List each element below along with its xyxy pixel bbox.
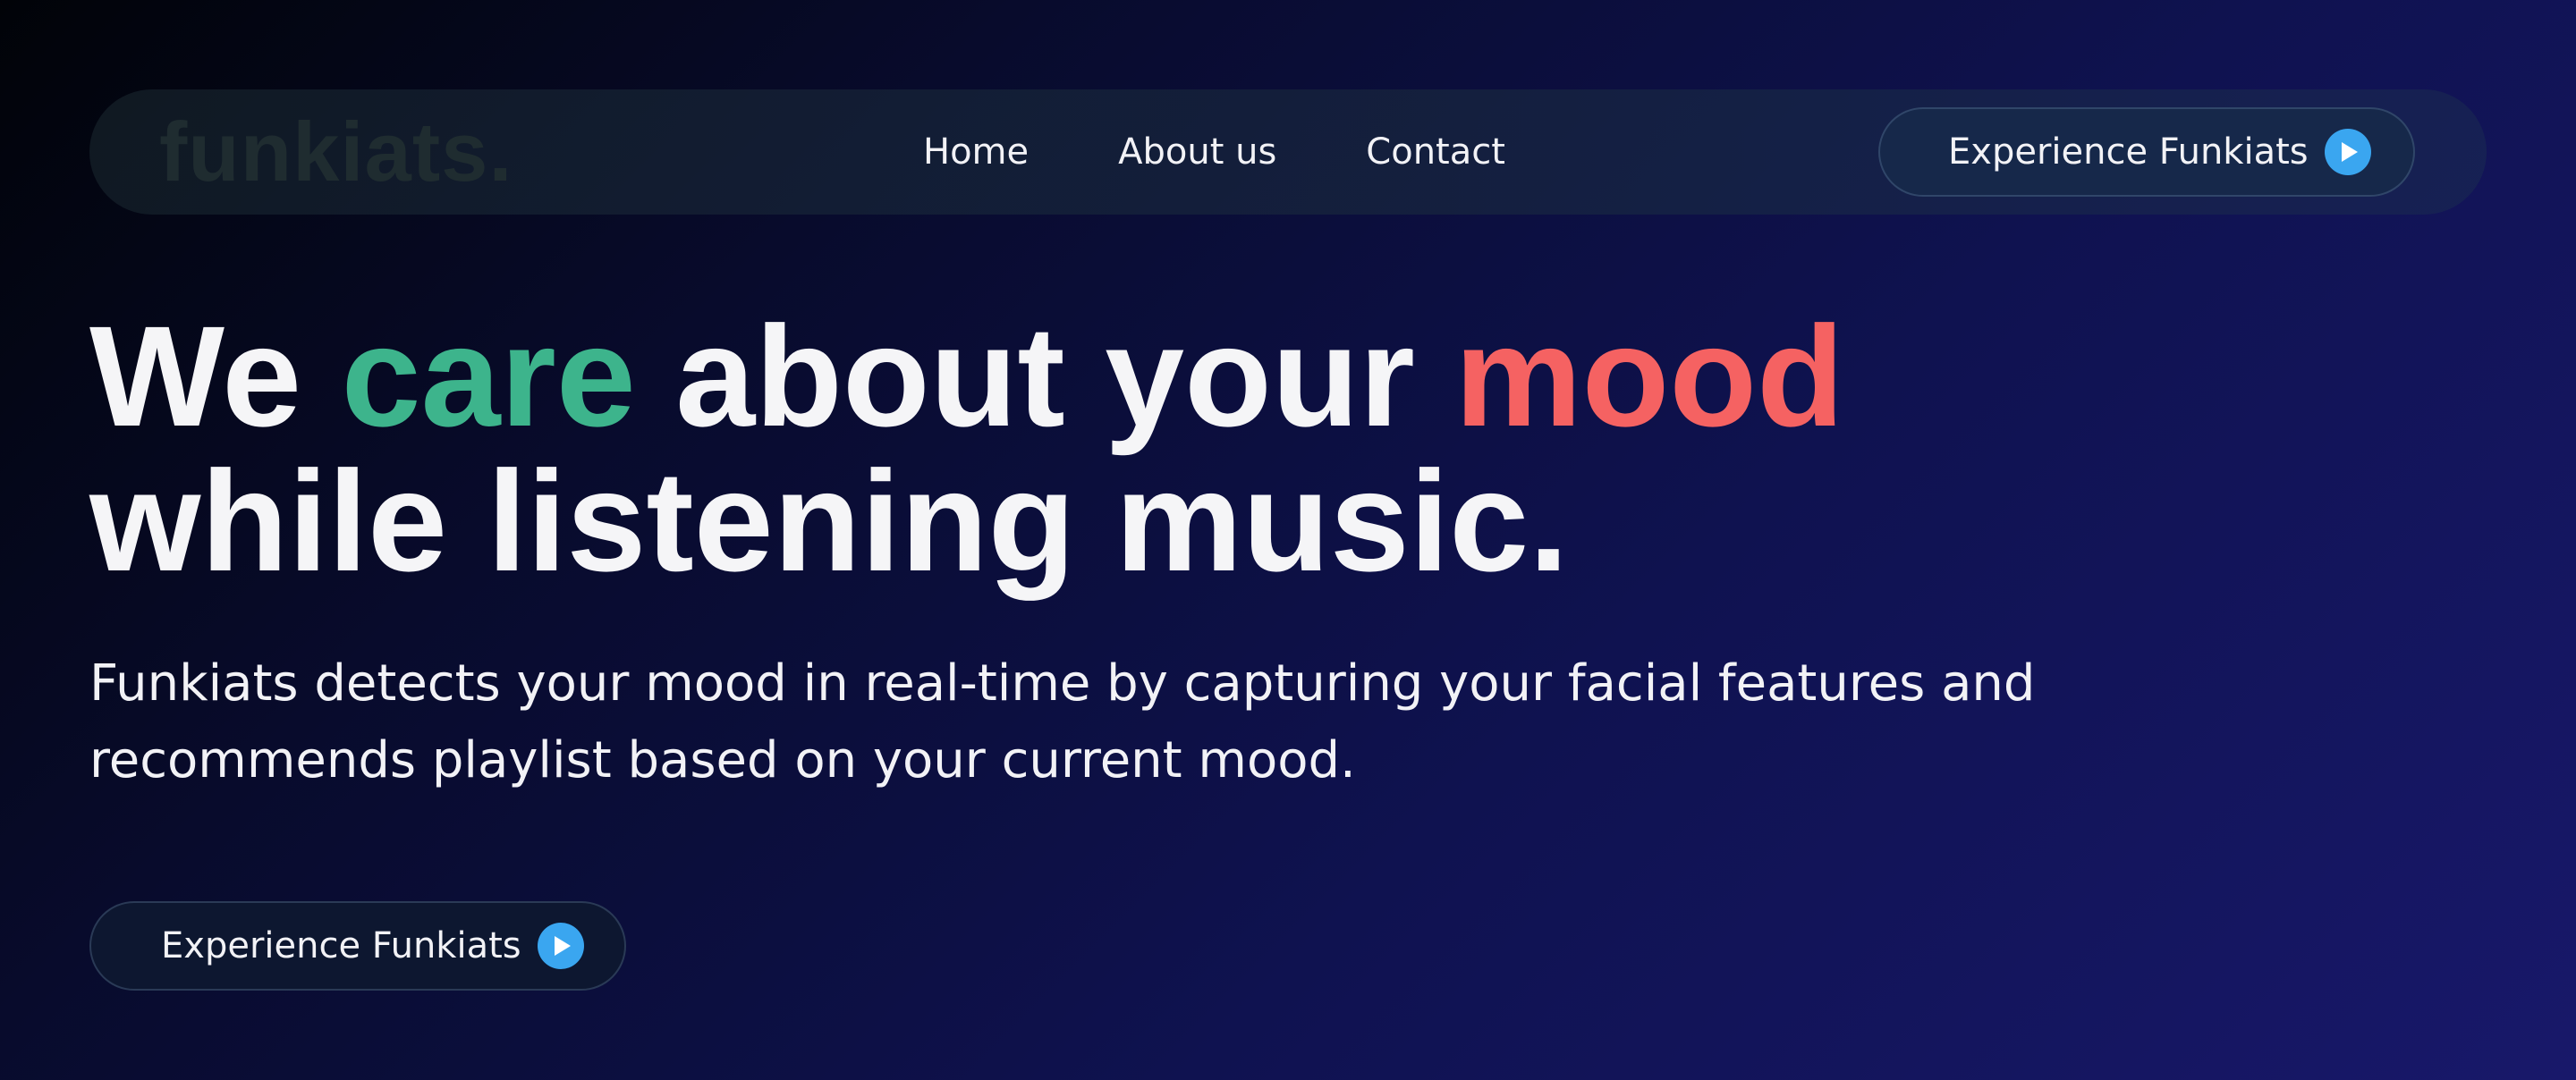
headline-words-about-your: about your <box>675 296 1415 456</box>
headline-line-2: while listening music. <box>89 441 1569 601</box>
headline-line-1: We care about your mood <box>89 304 1844 449</box>
nav-links: Home About us Contact <box>923 89 1505 215</box>
headline-word-we: We <box>89 296 302 456</box>
nav-experience-button[interactable]: Experience Funkiats <box>1878 107 2415 197</box>
headline-word-mood: mood <box>1454 296 1844 456</box>
hero-headline: We care about your mood while listening … <box>89 304 1844 594</box>
nav-link-about-us[interactable]: About us <box>1118 131 1276 173</box>
nav-experience-button-label: Experience Funkiats <box>1948 131 2309 173</box>
navbar: funkiats. Home About us Contact Experien… <box>89 89 2487 215</box>
play-icon <box>2324 129 2371 175</box>
nav-link-contact[interactable]: Contact <box>1366 131 1505 173</box>
logo[interactable]: funkiats. <box>159 102 513 202</box>
play-icon <box>537 923 584 969</box>
hero-experience-button-label: Experience Funkiats <box>161 925 521 966</box>
headline-word-care: care <box>341 296 636 456</box>
hero-experience-button[interactable]: Experience Funkiats <box>89 901 626 991</box>
nav-link-home[interactable]: Home <box>923 131 1029 173</box>
hero-subtext: Funkiats detects your mood in real-time … <box>89 654 2036 789</box>
